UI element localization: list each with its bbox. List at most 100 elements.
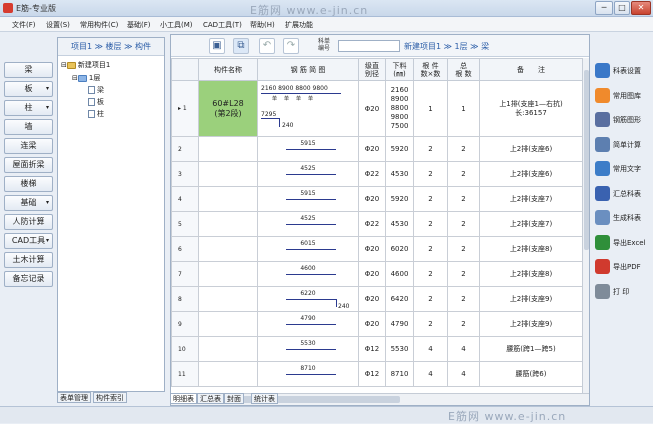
rebar-sketch-cell[interactable]: 5915 bbox=[257, 186, 359, 212]
note-cell[interactable]: 上2排(支座8) bbox=[479, 261, 582, 287]
rebar-sketch-cell[interactable]: 4600 bbox=[257, 261, 359, 287]
rebar-sketch-cell[interactable]: 4525 bbox=[257, 211, 359, 237]
tool-gear-button[interactable]: 科表设置 bbox=[593, 60, 651, 84]
tree-node-column[interactable]: 柱 bbox=[88, 109, 104, 119]
tool-text-button[interactable]: 常用文字 bbox=[593, 158, 651, 182]
component-name-cell[interactable] bbox=[198, 336, 258, 362]
menu-extensions[interactable]: 扩展功能 bbox=[285, 20, 313, 30]
component-name-cell[interactable] bbox=[198, 136, 258, 162]
tool-excel-button[interactable]: 导出Excel bbox=[593, 232, 651, 256]
total-cell[interactable]: 2 bbox=[447, 161, 480, 187]
tab-cover[interactable]: 封面 bbox=[224, 393, 244, 404]
total-cell[interactable]: 1 bbox=[447, 80, 480, 137]
grade-cell[interactable]: Φ20 bbox=[358, 136, 386, 162]
component-name-cell[interactable] bbox=[198, 161, 258, 187]
table-row[interactable]: 6 6015 Φ20 6020 2 2 上2排(支座8) bbox=[171, 236, 582, 262]
rebar-sketch-cell[interactable]: 2160 8900 8800 9800 单 单 单 单 7295 240 bbox=[257, 80, 359, 137]
menu-common-parts[interactable]: 常用构件(C) bbox=[80, 20, 118, 30]
count-cell[interactable]: 4 bbox=[413, 361, 448, 387]
menu-foundation[interactable]: 基础(F) bbox=[127, 20, 151, 30]
tool-shape-button[interactable]: 钢筋图形 bbox=[593, 109, 651, 133]
minimize-button[interactable]: ─ bbox=[595, 1, 613, 15]
count-cell[interactable]: 2 bbox=[413, 236, 448, 262]
component-name-cell[interactable] bbox=[198, 361, 258, 387]
table-row[interactable]: 8 6220 240 Φ20 6420 2 2 上2排(支座9) bbox=[171, 286, 582, 312]
length-cell[interactable]: 5920 bbox=[385, 136, 414, 162]
bill-number-input[interactable] bbox=[338, 40, 400, 52]
table-row[interactable]: 9 4790 Φ20 4790 2 2 上2排(支座9) bbox=[171, 311, 582, 337]
save-as-icon[interactable]: ⧉ bbox=[233, 38, 249, 54]
category-civil-calc-button[interactable]: 土木计算 bbox=[4, 252, 53, 268]
table-row[interactable]: 3 4525 Φ22 4530 2 2 上2排(支座6) bbox=[171, 161, 582, 187]
count-cell[interactable]: 1 bbox=[413, 80, 448, 137]
menu-settings[interactable]: 设置(S) bbox=[46, 20, 70, 30]
length-cell[interactable]: 5920 bbox=[385, 186, 414, 212]
table-row[interactable]: 2 5915 Φ20 5920 2 2 上2排(支座6) bbox=[171, 136, 582, 162]
component-name-cell[interactable] bbox=[198, 211, 258, 237]
count-cell[interactable]: 2 bbox=[413, 186, 448, 212]
vertical-scrollbar[interactable] bbox=[582, 58, 589, 393]
note-cell[interactable]: 腰筋(跨1—跨5) bbox=[479, 336, 582, 362]
grade-cell[interactable]: Φ20 bbox=[358, 286, 386, 312]
length-cell[interactable]: 5530 bbox=[385, 336, 414, 362]
maximize-button[interactable]: □ bbox=[614, 1, 630, 15]
tab-summary[interactable]: 汇总表 bbox=[197, 393, 224, 404]
tool-pdf-button[interactable]: 导出PDF bbox=[593, 256, 651, 280]
save-icon[interactable]: ▣ bbox=[209, 38, 225, 54]
note-cell[interactable]: 上2排(支座6) bbox=[479, 161, 582, 187]
note-cell[interactable]: 上2排(支座8) bbox=[479, 236, 582, 262]
table-row[interactable]: 10 5530 Φ12 5530 4 4 腰筋(跨1—跨5) bbox=[171, 336, 582, 362]
tree-node-beam[interactable]: 梁 bbox=[88, 85, 104, 95]
note-cell[interactable]: 上2排(支座6) bbox=[479, 136, 582, 162]
tab-detail[interactable]: 明细表 bbox=[170, 393, 197, 404]
total-cell[interactable]: 2 bbox=[447, 261, 480, 287]
grade-cell[interactable]: Φ12 bbox=[358, 361, 386, 387]
grade-cell[interactable]: Φ20 bbox=[358, 80, 386, 137]
grade-cell[interactable]: Φ20 bbox=[358, 236, 386, 262]
scroll-thumb[interactable] bbox=[584, 70, 589, 250]
length-cell[interactable]: 4530 bbox=[385, 211, 414, 237]
component-name-cell[interactable] bbox=[198, 311, 258, 337]
menu-help[interactable]: 帮助(H) bbox=[250, 20, 275, 30]
component-name-cell[interactable] bbox=[198, 186, 258, 212]
category-wall-button[interactable]: 墙 bbox=[4, 119, 53, 135]
total-cell[interactable]: 2 bbox=[447, 211, 480, 237]
category-foundation-button[interactable]: 基础 ▾ bbox=[4, 195, 53, 211]
rebar-sketch-cell[interactable]: 5530 bbox=[257, 336, 359, 362]
grade-cell[interactable]: Φ20 bbox=[358, 186, 386, 212]
grade-cell[interactable]: Φ12 bbox=[358, 336, 386, 362]
grade-cell[interactable]: Φ22 bbox=[358, 211, 386, 237]
category-stairs-button[interactable]: 楼梯 bbox=[4, 176, 53, 192]
component-name-cell[interactable] bbox=[198, 236, 258, 262]
rebar-sketch-cell[interactable]: 6220 240 bbox=[257, 286, 359, 312]
tab-form-management[interactable]: 表单管理 bbox=[57, 392, 91, 403]
table-row[interactable]: 4 5915 Φ20 5920 2 2 上2排(支座7) bbox=[171, 186, 582, 212]
total-cell[interactable]: 2 bbox=[447, 186, 480, 212]
note-cell[interactable]: 上1排(支座1—右抗) 长:36157 bbox=[479, 80, 582, 137]
length-cell[interactable]: 6420 bbox=[385, 286, 414, 312]
rebar-sketch-cell[interactable]: 4525 bbox=[257, 161, 359, 187]
count-cell[interactable]: 2 bbox=[413, 311, 448, 337]
table-row[interactable]: ▸ 1 60#L28 (第2段) 2160 8900 8800 9800 单 单… bbox=[171, 80, 582, 137]
menu-file[interactable]: 文件(F) bbox=[12, 20, 36, 30]
length-cell[interactable]: 2160 8900 8800 9800 7500 bbox=[385, 80, 414, 137]
note-cell[interactable]: 上2排(支座7) bbox=[479, 211, 582, 237]
count-cell[interactable]: 2 bbox=[413, 211, 448, 237]
category-beam-button[interactable]: 梁 bbox=[4, 62, 53, 78]
length-cell[interactable]: 4790 bbox=[385, 311, 414, 337]
count-cell[interactable]: 2 bbox=[413, 286, 448, 312]
undo-icon[interactable]: ↶ bbox=[259, 38, 275, 54]
component-name-cell[interactable] bbox=[198, 286, 258, 312]
total-cell[interactable]: 2 bbox=[447, 136, 480, 162]
category-column-button[interactable]: 柱 ▾ bbox=[4, 100, 53, 116]
component-name-cell[interactable] bbox=[198, 261, 258, 287]
tool-folder-button[interactable]: 常用图库 bbox=[593, 85, 651, 109]
tool-calculator-button[interactable]: 简单计算 bbox=[593, 134, 651, 158]
tree-node-project[interactable]: ⊟ 新建项目1 bbox=[61, 60, 110, 70]
note-cell[interactable]: 上2排(支座9) bbox=[479, 311, 582, 337]
length-cell[interactable]: 4600 bbox=[385, 261, 414, 287]
redo-icon[interactable]: ↷ bbox=[283, 38, 299, 54]
tab-statistics[interactable]: 统计表 bbox=[251, 393, 278, 404]
count-cell[interactable]: 2 bbox=[413, 161, 448, 187]
rebar-sketch-cell[interactable]: 4790 bbox=[257, 311, 359, 337]
